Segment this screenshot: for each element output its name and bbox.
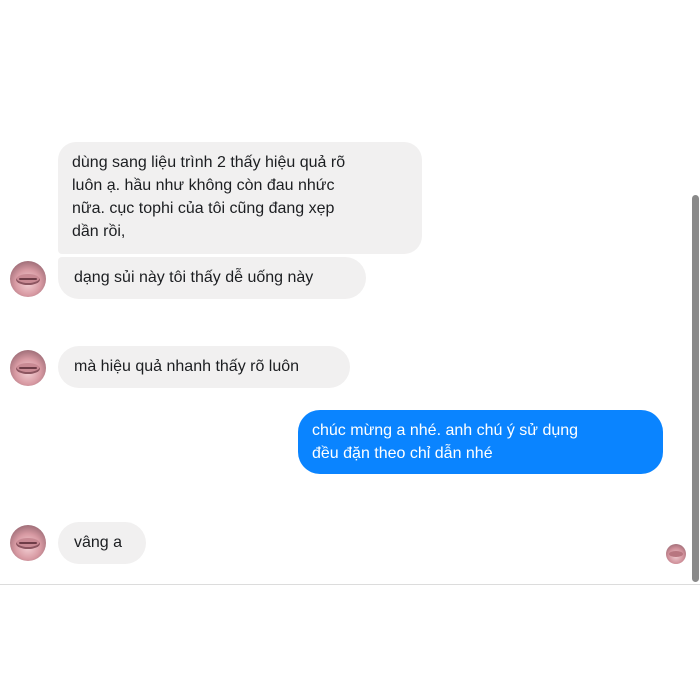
message-line: dùng sang liệu trình 2 thấy hiệu quả rõ xyxy=(72,154,346,171)
contact-avatar[interactable] xyxy=(10,350,46,386)
message-list[interactable]: dùng sang liệu trình 2 thấy hiệu quả rõ … xyxy=(0,0,700,584)
message-bubble-outgoing: chúc mừng a nhé. anh chú ý sử dụng đều đ… xyxy=(298,410,663,474)
scrollbar-thumb[interactable] xyxy=(692,195,699,582)
message-line: chúc mừng a nhé. anh chú ý sử dụng xyxy=(312,422,579,439)
message-line: vâng a xyxy=(74,534,123,551)
seen-indicator xyxy=(666,544,686,564)
message-bubble-incoming: mà hiệu quả nhanh thấy rõ luôn xyxy=(58,346,350,388)
avatar-icon xyxy=(16,538,40,549)
message-bubble-incoming: dạng sủi này tôi thấy dễ uống này xyxy=(58,257,366,299)
message-line: dần rồi, xyxy=(72,223,126,240)
message-line: nữa. cục tophi của tôi cũng đang xẹp xyxy=(72,200,335,217)
contact-avatar[interactable] xyxy=(10,525,46,561)
message-line: dạng sủi này tôi thấy dễ uống này xyxy=(74,269,314,286)
message-line: luôn ạ. hầu như không còn đau nhức xyxy=(72,177,335,194)
seen-avatar-icon xyxy=(669,551,683,557)
composer-area xyxy=(0,585,700,700)
message-bubble-incoming: dùng sang liệu trình 2 thấy hiệu quả rõ … xyxy=(58,142,422,254)
chat-window: dùng sang liệu trình 2 thấy hiệu quả rõ … xyxy=(0,0,700,700)
message-line: mà hiệu quả nhanh thấy rõ luôn xyxy=(74,358,300,375)
avatar-icon xyxy=(16,363,40,374)
avatar-icon xyxy=(16,274,40,285)
message-bubble-incoming: vâng a xyxy=(58,522,146,564)
message-line: đều đặn theo chỉ dẫn nhé xyxy=(312,445,493,462)
contact-avatar[interactable] xyxy=(10,261,46,297)
